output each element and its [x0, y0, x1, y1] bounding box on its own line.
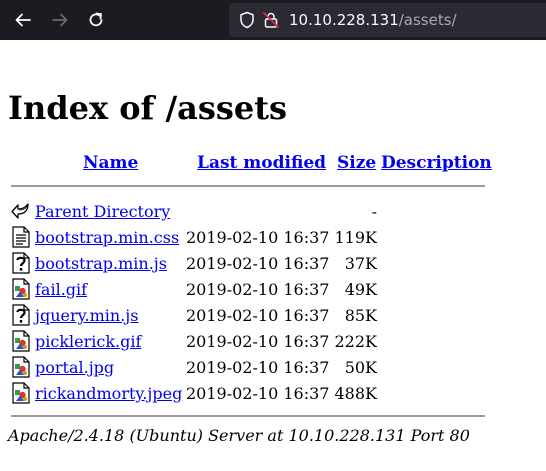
- page-title: Index of /assets: [8, 89, 288, 127]
- file-link[interactable]: portal.jpg: [35, 358, 114, 377]
- url-bar[interactable]: 10.10.228.131/assets/: [229, 3, 546, 37]
- column-header-description[interactable]: Description: [381, 153, 492, 173]
- file-row: rickandmorty.jpeg 2019-02-10 16:37 488K: [0, 380, 546, 406]
- size-cell: -: [371, 202, 377, 221]
- last-modified-cell: 2019-02-10 16:37: [186, 280, 330, 299]
- image-file-icon: [11, 330, 31, 352]
- file-row: portal.jpg 2019-02-10 16:37 50K: [0, 354, 546, 380]
- size-cell: 119K: [334, 228, 378, 247]
- file-row: fail.gif 2019-02-10 16:37 49K: [0, 276, 546, 302]
- back-button[interactable]: [11, 8, 35, 32]
- browser-toolbar: 10.10.228.131/assets/: [0, 0, 546, 40]
- column-header-name[interactable]: Name: [83, 153, 138, 173]
- size-cell: 37K: [344, 254, 377, 273]
- insecure-lock-icon[interactable]: [259, 8, 283, 32]
- size-cell: 222K: [334, 332, 378, 351]
- last-modified-cell: 2019-02-10 16:37: [186, 306, 330, 325]
- url-host: 10.10.228.131: [289, 11, 399, 29]
- size-cell: 50K: [344, 358, 377, 377]
- text-file-icon: [11, 226, 31, 248]
- file-link[interactable]: bootstrap.min.js: [35, 254, 167, 273]
- file-row: jquery.min.js 2019-02-10 16:37 85K: [0, 302, 546, 328]
- shield-icon[interactable]: [235, 8, 259, 32]
- reload-icon: [89, 12, 103, 27]
- back-icon: [11, 200, 31, 222]
- unknown-file-icon: [11, 304, 31, 326]
- file-link[interactable]: bootstrap.min.css: [35, 228, 179, 247]
- file-link[interactable]: Parent Directory: [35, 202, 170, 221]
- forward-arrow-icon: [52, 13, 68, 27]
- size-cell: 488K: [334, 384, 378, 403]
- size-cell: 85K: [344, 306, 377, 325]
- unknown-file-icon: [11, 252, 31, 274]
- file-row: picklerick.gif 2019-02-10 16:37 222K: [0, 328, 546, 354]
- url-path: /assets/: [398, 11, 457, 29]
- last-modified-cell: 2019-02-10 16:37: [186, 254, 330, 273]
- reload-button[interactable]: [84, 8, 108, 32]
- header-divider: [11, 185, 485, 187]
- file-link[interactable]: fail.gif: [35, 280, 87, 299]
- footer-divider: [11, 415, 485, 417]
- size-cell: 49K: [344, 280, 377, 299]
- column-header-size[interactable]: Size: [337, 153, 376, 173]
- image-file-icon: [11, 382, 31, 404]
- file-row: bootstrap.min.js 2019-02-10 16:37 37K: [0, 250, 546, 276]
- last-modified-cell: 2019-02-10 16:37: [186, 384, 330, 403]
- url-text[interactable]: 10.10.228.131/assets/: [289, 11, 457, 29]
- image-file-icon: [11, 356, 31, 378]
- image-file-icon: [11, 278, 31, 300]
- file-row: Parent Directory -: [0, 198, 546, 224]
- forward-button[interactable]: [48, 8, 72, 32]
- last-modified-cell: 2019-02-10 16:37: [186, 228, 330, 247]
- back-arrow-icon: [15, 13, 31, 27]
- server-signature: Apache/2.4.18 (Ubuntu) Server at 10.10.2…: [8, 426, 470, 445]
- column-header-last-modified[interactable]: Last modified: [197, 153, 326, 173]
- file-link[interactable]: rickandmorty.jpeg: [35, 384, 182, 403]
- file-link[interactable]: jquery.min.js: [35, 306, 138, 325]
- file-link[interactable]: picklerick.gif: [35, 332, 141, 351]
- last-modified-cell: 2019-02-10 16:37: [186, 332, 330, 351]
- last-modified-cell: 2019-02-10 16:37: [186, 358, 330, 377]
- file-row: bootstrap.min.css 2019-02-10 16:37 119K: [0, 224, 546, 250]
